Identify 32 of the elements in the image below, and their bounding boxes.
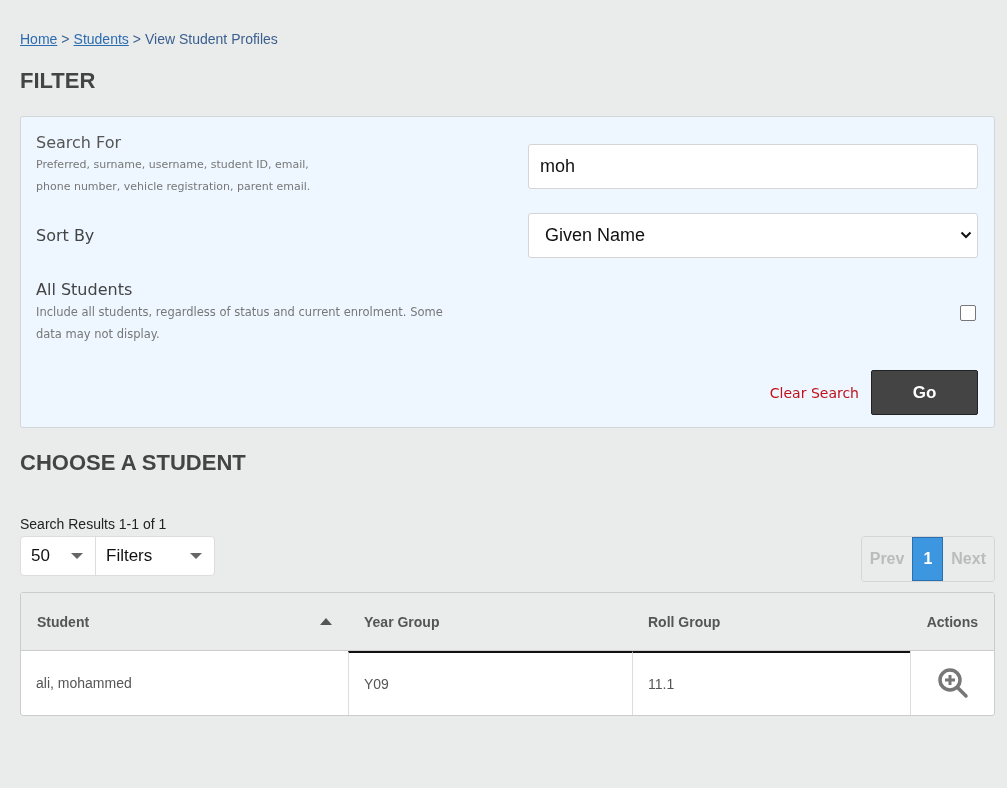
breadcrumb-separator: > xyxy=(61,31,70,47)
sort-dropdown[interactable]: Given Name xyxy=(528,212,978,258)
field-label: Sort By xyxy=(36,225,96,245)
page-size-dropdown[interactable]: 50 xyxy=(21,537,96,575)
column-header[interactable]: Actions xyxy=(910,593,994,650)
chevron-down-icon xyxy=(960,231,972,239)
field-description: Preferred, surname, username, student ID, email, phone number, vehicle registration, parent email. xyxy=(36,157,312,195)
column-header[interactable]: Student xyxy=(21,593,348,650)
pagination-button[interactable]: 1 xyxy=(912,537,944,581)
breadcrumb-current: View Student Profiles xyxy=(145,31,278,47)
field-label: Search For xyxy=(36,133,123,152)
filters-dropdown[interactable]: Filters xyxy=(96,537,214,575)
section-heading: CHOOSE A STUDENT xyxy=(20,449,247,477)
clear-search-link[interactable]: Clear Search xyxy=(769,384,859,401)
search-field[interactable]: moh xyxy=(528,144,978,189)
table-cell: Y09 xyxy=(348,651,632,715)
caret-icon xyxy=(190,553,202,559)
field-description: Include all students, regardless of status and current enrolment. Some data may not display. xyxy=(36,304,444,343)
table-cell-text: ali, mohammed xyxy=(35,674,133,693)
checkbox[interactable] xyxy=(960,304,976,321)
breadcrumb-link[interactable]: Home xyxy=(20,31,58,47)
breadcrumb-separator: > xyxy=(132,31,141,47)
section-heading: FILTER xyxy=(20,67,97,95)
breadcrumb-link[interactable]: Students xyxy=(73,31,129,47)
table-cell: 11.1 xyxy=(632,651,910,715)
results-summary: Search Results 1-1 of 1 xyxy=(20,516,168,534)
column-header[interactable]: Year Group xyxy=(348,593,632,650)
column-header[interactable]: Roll Group xyxy=(632,593,910,650)
go-button[interactable]: Go xyxy=(871,370,978,415)
zoom-in-icon[interactable] xyxy=(935,666,970,700)
caret-icon xyxy=(71,553,83,559)
field-label: All Students xyxy=(36,280,134,299)
